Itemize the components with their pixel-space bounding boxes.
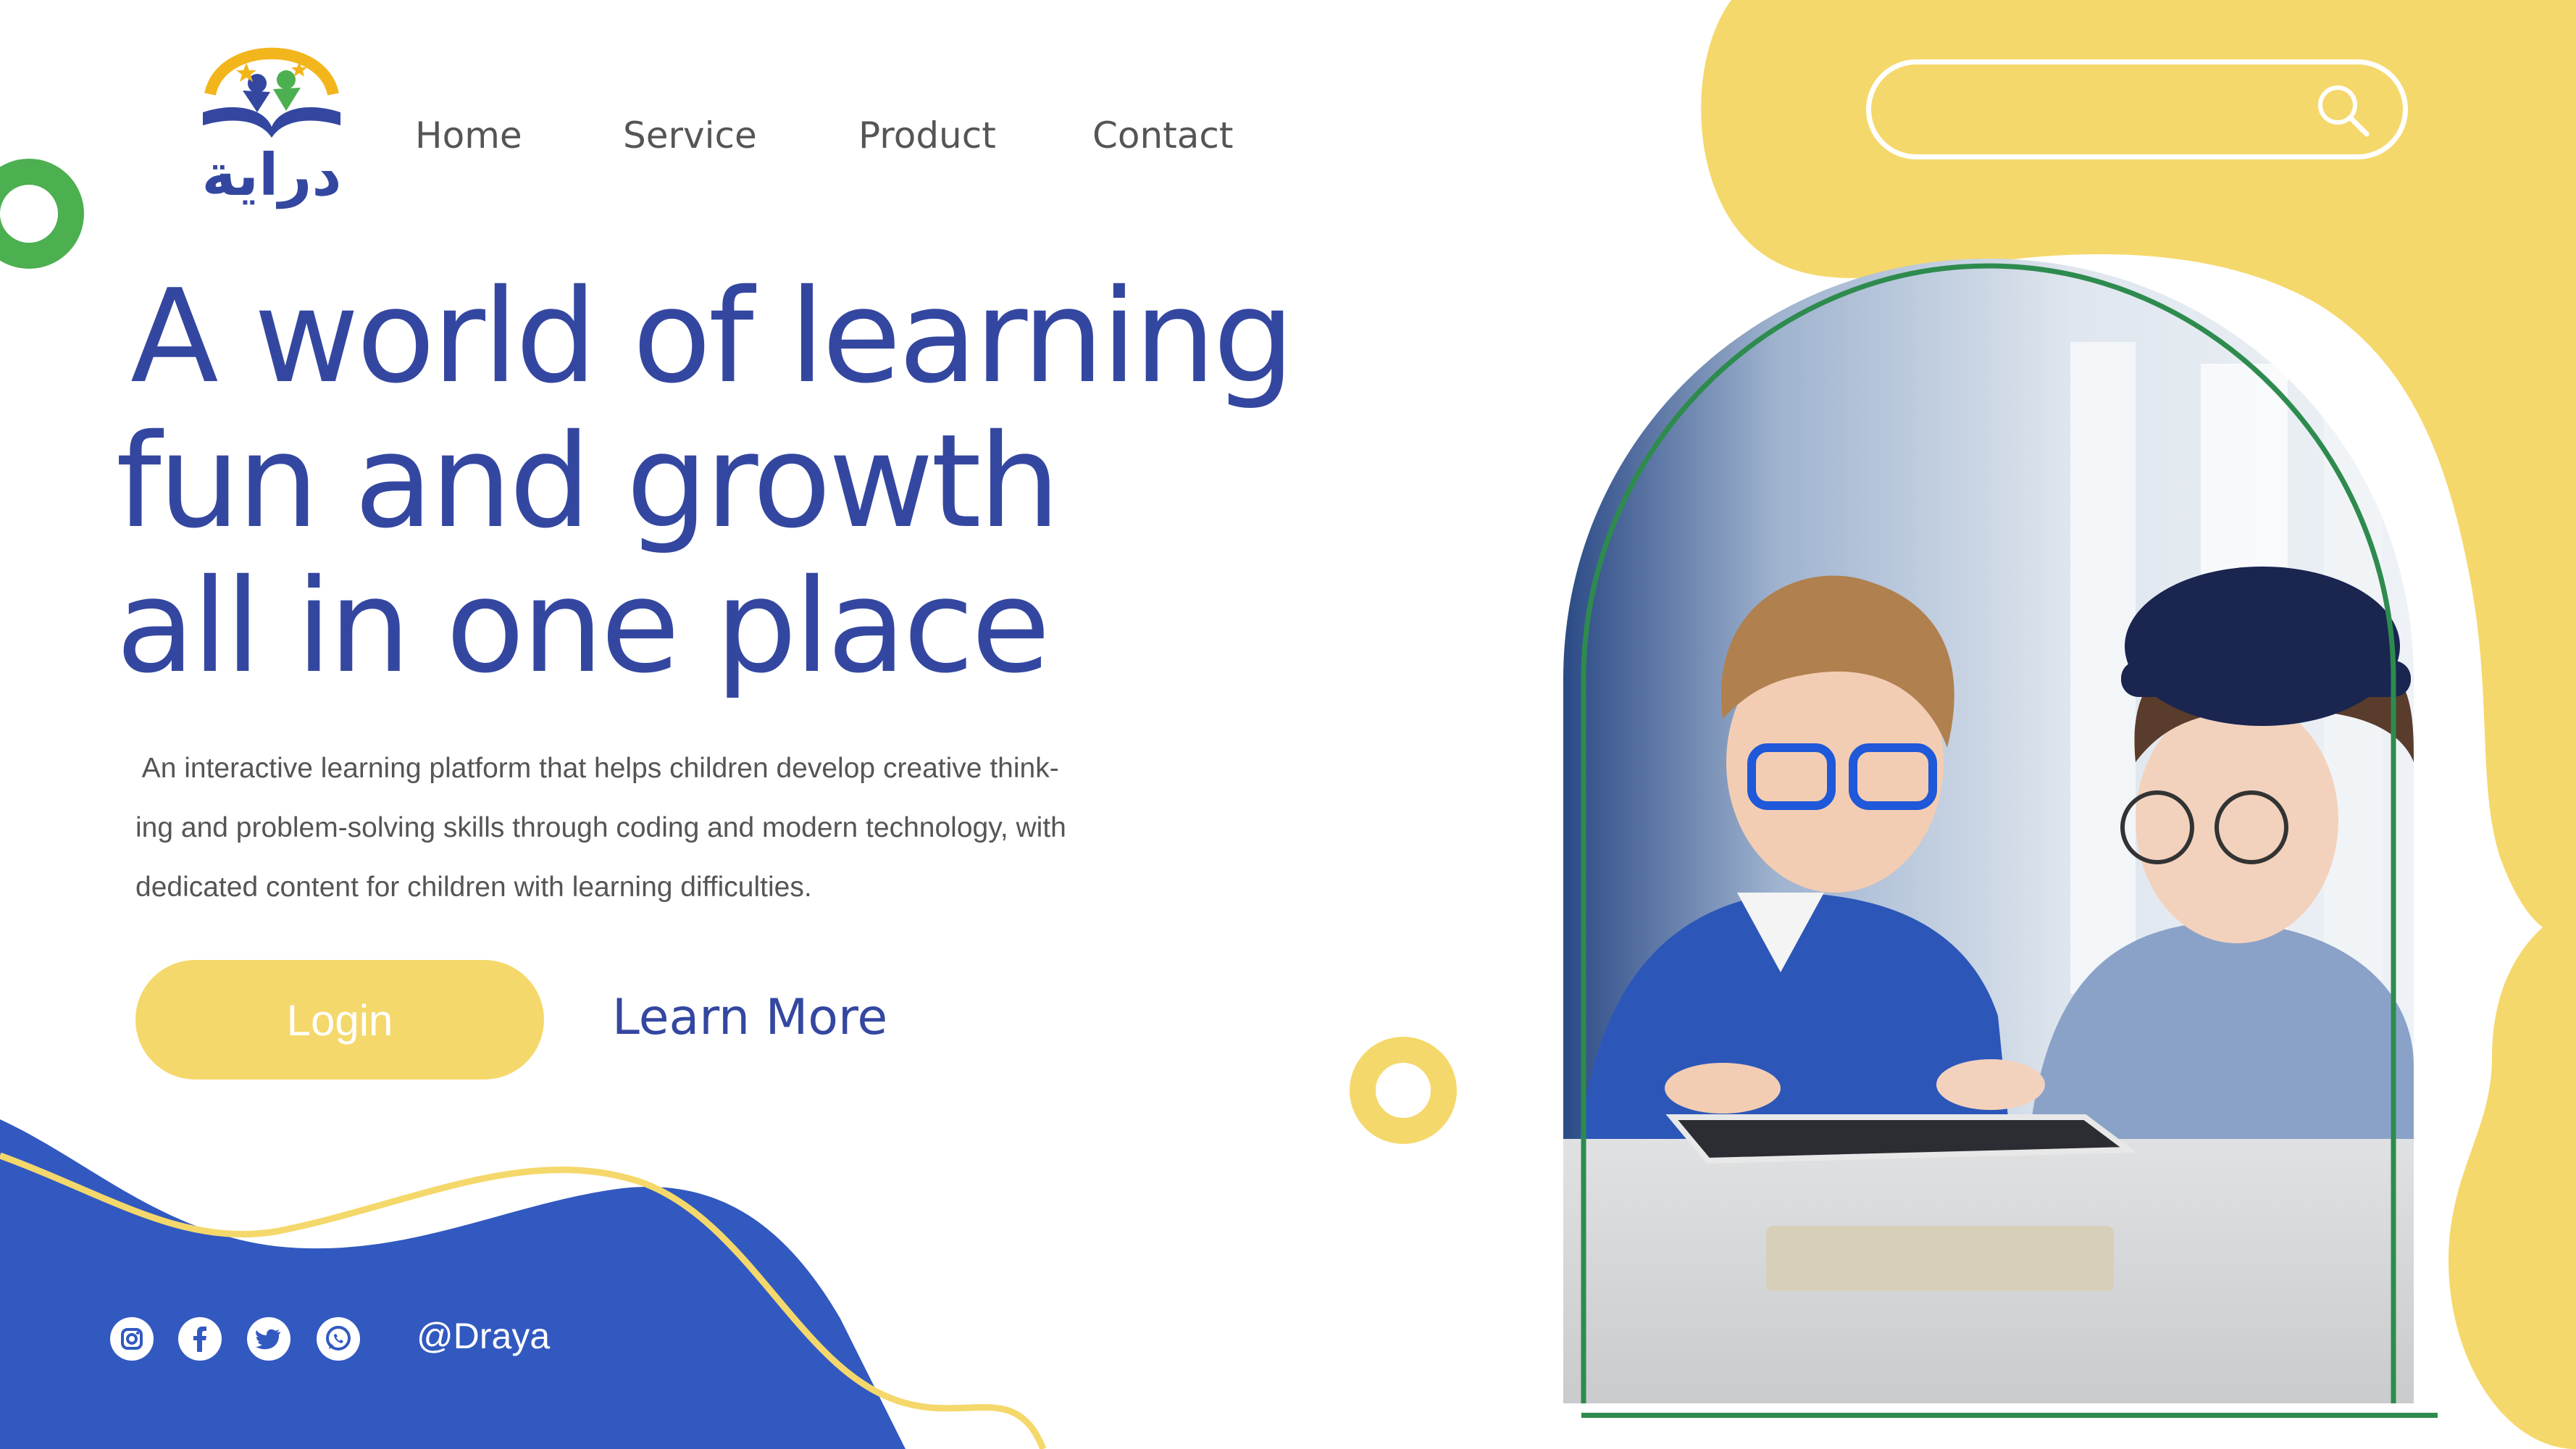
- nav-service[interactable]: Service: [623, 114, 757, 156]
- search-input[interactable]: [1900, 79, 2280, 138]
- hero-title: A world of learning fun and growth all i…: [116, 264, 1347, 699]
- logo-book-icon: [203, 47, 340, 138]
- nav-contact[interactable]: Contact: [1092, 114, 1234, 156]
- logo[interactable]: دراية: [192, 33, 351, 214]
- hero-title-line-1: A world of learning: [130, 262, 1295, 412]
- social-handle[interactable]: @Draya: [417, 1315, 550, 1357]
- photo-frame-bottom: [1581, 1413, 2438, 1418]
- description-line-2: ing and problem-solving skills through c…: [135, 812, 1066, 843]
- hero-title-line-2: fun and growth: [116, 406, 1061, 556]
- nav-home[interactable]: Home: [415, 114, 522, 156]
- login-button[interactable]: Login: [135, 960, 544, 1080]
- yellow-ring: [1350, 1037, 1457, 1144]
- description-line-1: An interactive learning platform that he…: [135, 753, 1059, 784]
- nav-product[interactable]: Product: [858, 114, 996, 156]
- hero-description: An interactive learning platform that he…: [135, 739, 1113, 917]
- logo-text: دراية: [201, 141, 342, 209]
- yellow-blob-bottom: [2449, 906, 2576, 1449]
- hero-title-line-3: all in one place: [116, 551, 1050, 701]
- green-ring: [0, 159, 84, 269]
- search-bar: [1866, 59, 2408, 159]
- whatsapp-icon[interactable]: [317, 1317, 360, 1361]
- learn-more-link[interactable]: Learn More: [612, 989, 887, 1046]
- description-line-3: dedicated content for children with lear…: [135, 872, 812, 903]
- blue-wave: [0, 1119, 906, 1449]
- search-icon[interactable]: [2313, 80, 2372, 140]
- children-photo: [1563, 259, 2414, 1403]
- facebook-icon[interactable]: [178, 1317, 222, 1361]
- twitter-icon[interactable]: [247, 1317, 290, 1361]
- instagram-icon[interactable]: [110, 1317, 154, 1361]
